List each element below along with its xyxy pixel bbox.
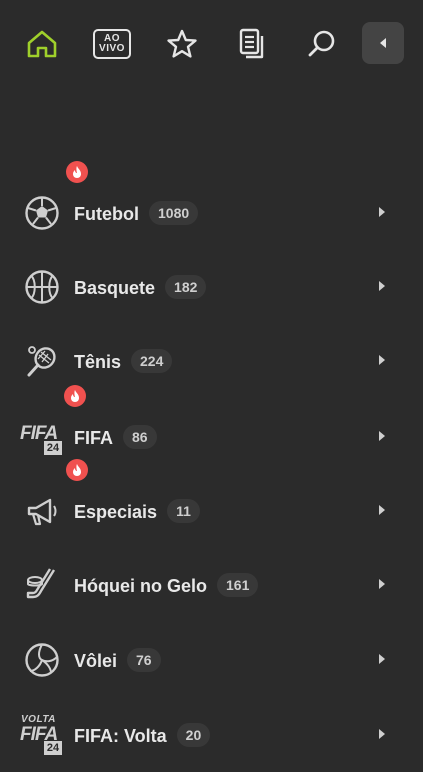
sport-item-volei[interactable]: Vôlei 76	[0, 623, 423, 697]
sport-item-futebol[interactable]: Futebol 1080	[0, 161, 423, 250]
sport-item-fifa-volta[interactable]: VOLTA FIFA 24 FIFA: Volta 20	[0, 698, 423, 772]
live-button[interactable]: AO VIVO	[92, 24, 132, 64]
top-navigation: AO VIVO	[0, 0, 423, 88]
sport-name: Tênis	[74, 352, 122, 372]
fifa-logo-year: 24	[44, 741, 62, 755]
sport-name: FIFA	[74, 428, 113, 448]
sport-item-fifa[interactable]: FIFA 24 FIFA 86	[0, 385, 423, 474]
fifa-24-logo-icon: FIFA 24	[20, 385, 86, 457]
sport-item-label: Futebol 1080	[74, 201, 199, 225]
star-icon[interactable]	[162, 24, 202, 64]
event-count-badge: 182	[165, 275, 207, 299]
chevron-right-icon	[378, 352, 386, 370]
sport-item-hoquei-no-gelo[interactable]: Hóquei no Gelo 161	[0, 548, 423, 622]
event-count-badge: 76	[127, 648, 161, 672]
search-icon[interactable]	[302, 24, 342, 64]
chevron-right-icon	[378, 502, 386, 520]
chevron-right-icon	[378, 278, 386, 296]
volleyball-icon	[22, 640, 62, 680]
chevron-right-icon	[378, 204, 386, 222]
live-badge-icon: AO VIVO	[93, 29, 131, 59]
basketball-icon	[22, 267, 62, 307]
sport-item-label: FIFA 86	[74, 425, 157, 449]
sport-item-label: FIFA: Volta 20	[74, 723, 211, 747]
tennis-icon	[22, 341, 62, 381]
event-count-badge: 20	[176, 723, 211, 747]
collapse-menu-button[interactable]	[362, 22, 404, 64]
sport-item-label: Hóquei no Gelo 161	[74, 573, 259, 597]
event-count-badge: 1080	[149, 201, 199, 225]
chevron-right-icon	[378, 428, 386, 446]
megaphone-icon	[22, 459, 88, 531]
sport-item-label: Vôlei 76	[74, 648, 161, 672]
sport-name: Especiais	[74, 502, 158, 522]
live-label-line2: VIVO	[99, 43, 125, 54]
chevron-left-icon	[380, 38, 386, 48]
chevron-right-icon	[378, 651, 386, 669]
hot-badge-icon	[66, 459, 88, 481]
fifa-volta-logo-icon: VOLTA FIFA 24	[20, 714, 62, 755]
sport-name: Vôlei	[74, 651, 118, 671]
hot-badge-icon	[66, 161, 88, 183]
event-count-badge: 86	[123, 425, 157, 449]
document-icon[interactable]	[232, 24, 272, 64]
event-count-badge: 11	[167, 499, 200, 523]
sport-item-label: Especiais 11	[74, 499, 200, 523]
sport-item-basquete[interactable]: Basquete 182	[0, 250, 423, 324]
chevron-right-icon	[378, 726, 386, 744]
sport-name: Basquete	[74, 278, 156, 298]
sport-name: Futebol	[74, 204, 139, 224]
sport-item-especiais[interactable]: Especiais 11	[0, 459, 423, 548]
soccer-ball-icon	[22, 161, 88, 233]
chevron-right-icon	[378, 576, 386, 594]
hot-badge-icon	[64, 385, 86, 407]
event-count-badge: 224	[131, 349, 173, 373]
sport-name: FIFA: Volta	[74, 726, 167, 746]
sport-item-tenis[interactable]: Tênis 224	[0, 324, 423, 398]
sport-item-label: Basquete 182	[74, 275, 207, 299]
fifa-logo-year: 24	[44, 441, 62, 455]
home-icon[interactable]	[22, 24, 62, 64]
event-count-badge: 161	[217, 573, 259, 597]
sport-name: Hóquei no Gelo	[74, 576, 207, 596]
sport-item-label: Tênis 224	[74, 349, 173, 373]
hockey-icon	[22, 565, 62, 605]
